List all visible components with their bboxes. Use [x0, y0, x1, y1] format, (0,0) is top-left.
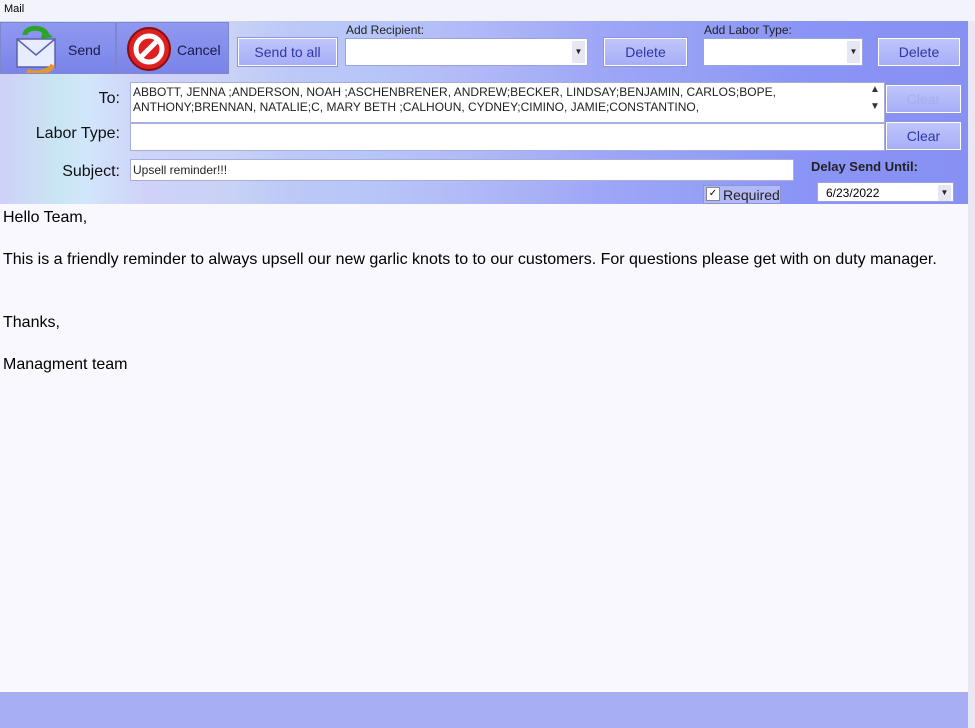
- to-scrollbar[interactable]: ▲ ▼: [866, 84, 884, 122]
- add-labor-type-label: Add Labor Type:: [704, 23, 792, 37]
- message-line: Thanks,: [3, 314, 60, 331]
- send-to-all-button[interactable]: Send to all: [237, 37, 338, 67]
- required-checkbox[interactable]: ✓ Required: [703, 185, 781, 204]
- add-recipient-select[interactable]: ▼: [345, 38, 588, 66]
- chevron-down-icon[interactable]: ▼: [572, 41, 585, 63]
- cancel-icon: [127, 27, 171, 71]
- subject-label: Subject:: [62, 163, 120, 180]
- delay-send-date: 6/23/2022: [826, 186, 880, 200]
- message-line: Managment team: [3, 356, 128, 373]
- delete-labor-type-button[interactable]: Delete: [877, 37, 961, 67]
- chevron-down-icon[interactable]: ▼: [938, 185, 951, 201]
- labor-type-field[interactable]: [130, 123, 885, 151]
- send-button[interactable]: Send: [0, 22, 116, 74]
- chevron-up-icon[interactable]: ▲: [866, 84, 884, 95]
- subject-field[interactable]: Upsell reminder!!!: [130, 159, 794, 181]
- delay-send-date-picker[interactable]: 6/23/2022 ▼: [817, 182, 954, 202]
- window-title: Mail: [4, 3, 25, 15]
- message-line: This is a friendly reminder to always up…: [3, 251, 937, 268]
- to-label: To:: [98, 90, 120, 107]
- labor-type-label: Labor Type:: [35, 125, 120, 142]
- message-body[interactable]: Hello Team, This is a friendly reminder …: [0, 204, 968, 692]
- cancel-button[interactable]: Cancel: [116, 22, 229, 74]
- add-recipient-label: Add Recipient:: [346, 23, 425, 37]
- required-label: Required: [723, 187, 780, 203]
- to-field[interactable]: ABBOTT, JENNA ;ANDERSON, NOAH ;ASCHENBRE…: [130, 82, 885, 123]
- clear-to-button[interactable]: Clear: [885, 84, 962, 114]
- chevron-down-icon[interactable]: ▼: [847, 41, 860, 63]
- delete-recipient-button[interactable]: Delete: [603, 37, 688, 67]
- cancel-label: Cancel: [177, 42, 221, 58]
- checkmark-icon: ✓: [706, 187, 720, 201]
- chevron-down-icon[interactable]: ▼: [866, 101, 884, 112]
- delay-send-label: Delay Send Until:: [811, 159, 918, 174]
- add-labor-type-select[interactable]: ▼: [703, 38, 863, 66]
- bottom-bar: [0, 692, 968, 728]
- window-titlebar: Mail: [0, 0, 975, 21]
- window-right-edge: [968, 21, 975, 728]
- send-mail-icon: [16, 25, 56, 73]
- send-label: Send: [68, 42, 101, 58]
- message-line: Hello Team,: [3, 209, 88, 226]
- clear-labor-type-button[interactable]: Clear: [885, 121, 962, 151]
